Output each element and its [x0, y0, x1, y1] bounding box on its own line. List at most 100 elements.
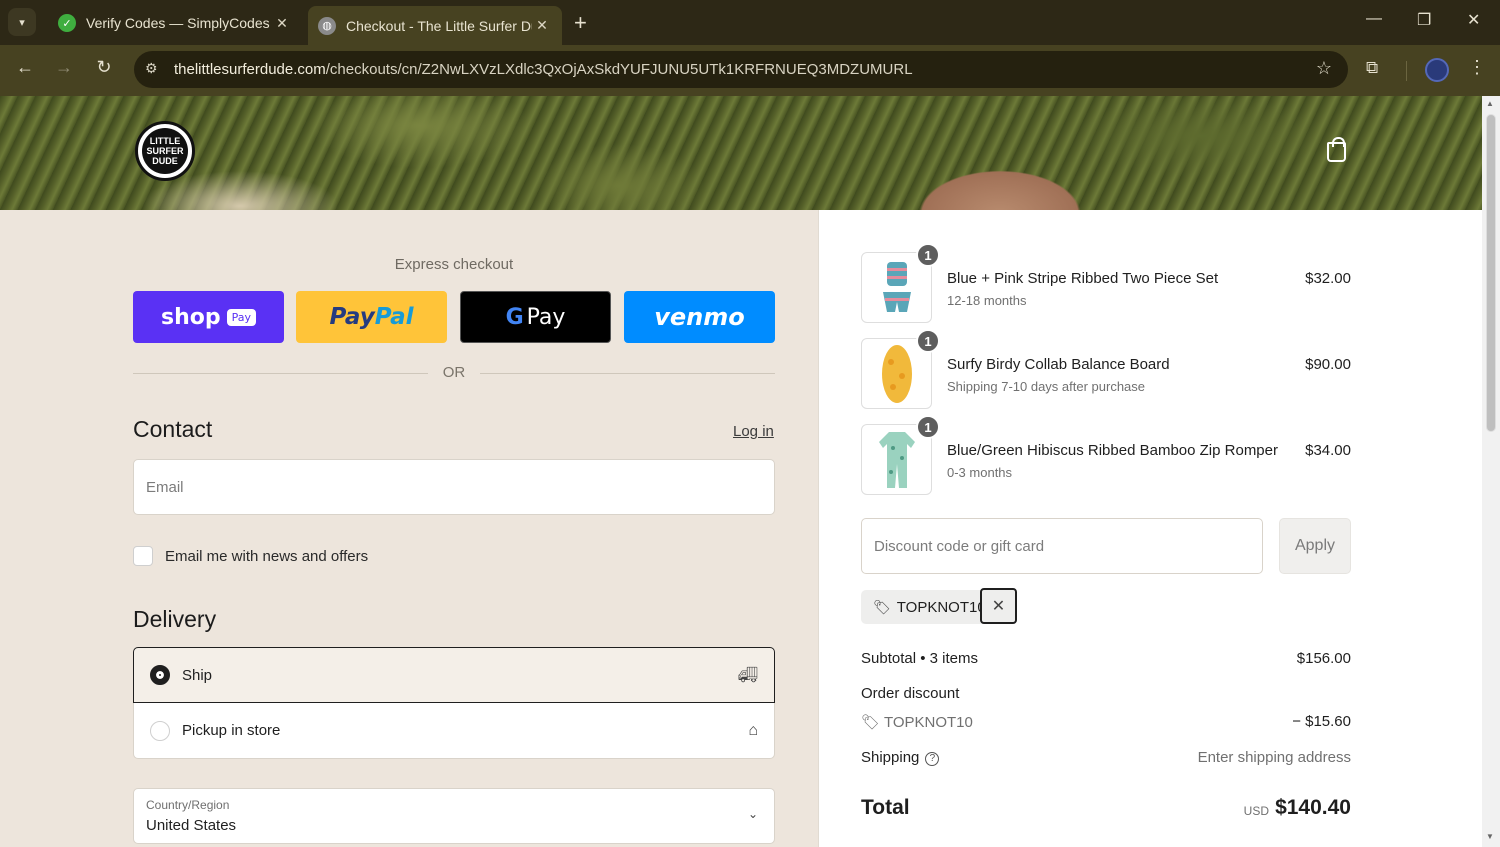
quantity-badge: 1: [916, 415, 940, 439]
cart-item: 1 Blue/Green Hibiscus Ribbed Bamboo Zip …: [861, 415, 1351, 496]
shop-pay-button[interactable]: shop Pay: [133, 291, 284, 343]
profile-avatar[interactable]: [1425, 58, 1449, 82]
email-field[interactable]: Email: [133, 459, 775, 515]
toolbar-divider: [1406, 61, 1407, 81]
contact-heading: Contact: [133, 416, 213, 442]
google-pay-label: Pay: [526, 304, 566, 330]
bookmark-star-icon[interactable]: ☆: [1316, 58, 1332, 79]
total-value: $140.40: [1275, 796, 1351, 819]
item-variant: 0-3 months: [947, 465, 1013, 480]
quantity-badge: 1: [916, 243, 940, 267]
store-header-banner: LITTLE SURFER DUDE: [0, 96, 1482, 210]
shop-pay-badge: Pay: [226, 308, 256, 326]
email-placeholder: Email: [146, 479, 184, 496]
cart-item: 1 Surfy Birdy Collab Balance Board Shipp…: [861, 329, 1351, 410]
globe-favicon-icon: ◍: [318, 16, 336, 35]
total-row: Total USD $140.40: [861, 796, 1351, 820]
url-path: /checkouts/cn/Z2NwLXVzLXdlc3QxOjAxSkdYUF…: [325, 61, 913, 78]
shipping-label: Shipping: [861, 749, 920, 766]
url-domain: thelittlesurferdude.com: [174, 61, 326, 78]
discount-code-input[interactable]: Discount code or gift card: [861, 518, 1263, 574]
item-price: $32.00: [1305, 270, 1351, 287]
apply-button[interactable]: Apply: [1279, 518, 1351, 574]
pickup-label: Pickup in store: [182, 722, 281, 739]
paypal-label-a: Pay: [329, 304, 375, 330]
two-piece-set-image: [882, 261, 911, 312]
tab-checkout[interactable]: ◍ Checkout - The Little Surfer Dude ✕: [308, 6, 562, 45]
scrollbar-thumb[interactable]: [1486, 114, 1496, 432]
express-checkout-title: Express checkout: [394, 256, 514, 273]
newsletter-label: Email me with news and offers: [165, 547, 369, 565]
tag-icon: 🏷︎: [873, 598, 891, 615]
login-link[interactable]: Log in: [733, 423, 774, 440]
google-pay-button[interactable]: G Pay: [460, 291, 611, 343]
tab-search-button[interactable]: ▾: [8, 8, 36, 36]
forward-icon[interactable]: →: [51, 57, 77, 78]
subtotal-label: Subtotal • 3 items: [861, 650, 978, 667]
pickup-radio[interactable]: [150, 720, 170, 741]
address-bar[interactable]: ⚙ thelittlesurferdude.com/checkouts/cn/Z…: [134, 51, 1348, 88]
order-discount-row: Order discount: [861, 685, 1351, 702]
scroll-down-icon[interactable]: ▼: [1486, 832, 1494, 841]
info-icon[interactable]: ?: [925, 752, 940, 766]
tag-icon: 🏷︎: [861, 714, 881, 731]
close-tab-icon[interactable]: ✕: [532, 17, 552, 34]
delivery-option-ship[interactable]: Ship 🚚︎: [133, 647, 775, 703]
discount-code-row: 🏷︎ TOPKNOT10 − $15.60: [861, 713, 1351, 731]
country-label: Country/Region: [146, 798, 230, 812]
chevron-down-icon: ⌄: [747, 807, 758, 821]
order-summary-column: 1 Blue + Pink Stripe Ribbed Two Piece Se…: [818, 210, 1482, 847]
newsletter-checkbox[interactable]: [133, 546, 153, 566]
new-tab-icon[interactable]: +: [574, 10, 587, 36]
close-icon: ✕: [991, 598, 1006, 615]
cart-bag-icon[interactable]: [1327, 137, 1346, 162]
ship-radio[interactable]: [150, 665, 170, 685]
total-label: Total: [861, 796, 910, 819]
shipping-value: Enter shipping address: [1197, 749, 1351, 766]
item-name: Surfy Birdy Collab Balance Board: [947, 356, 1170, 373]
discount-code-label: TOPKNOT10: [883, 714, 973, 731]
cart-item: 1 Blue + Pink Stripe Ribbed Two Piece Se…: [861, 243, 1351, 324]
site-info-icon[interactable]: ⚙: [145, 60, 158, 77]
item-price: $34.00: [1305, 442, 1351, 459]
zip-romper-image: [878, 431, 915, 488]
discount-placeholder: Discount code or gift card: [874, 538, 1045, 555]
store-logo[interactable]: LITTLE SURFER DUDE: [135, 121, 195, 181]
shop-pay-label: shop: [160, 304, 221, 330]
delivery-option-pickup[interactable]: Pickup in store ⌂: [133, 703, 775, 759]
simplycodes-favicon-icon: ✓: [58, 14, 76, 32]
item-variant: Shipping 7-10 days after purchase: [947, 379, 1146, 394]
scroll-up-icon[interactable]: ▲: [1486, 99, 1494, 108]
applied-code: TOPKNOT10: [896, 598, 986, 616]
extensions-icon[interactable]: ⧉: [1366, 58, 1378, 78]
newsletter-checkbox-row[interactable]: Email me with news and offers: [133, 546, 368, 566]
quantity-badge: 1: [916, 329, 940, 353]
store-icon: ⌂: [748, 721, 758, 739]
item-name: Blue/Green Hibiscus Ribbed Bamboo Zip Ro…: [947, 442, 1278, 459]
google-g-icon: G: [505, 304, 524, 330]
paypal-button[interactable]: Pay Pal: [296, 291, 447, 343]
window-close-icon[interactable]: ✕: [1467, 10, 1480, 30]
reload-icon[interactable]: ↻: [91, 57, 117, 78]
back-icon[interactable]: ←: [12, 57, 38, 78]
discount-value: − $15.60: [1292, 713, 1351, 730]
country-select[interactable]: Country/Region United States ⌄: [133, 788, 775, 844]
truck-icon: 🚚︎: [737, 667, 758, 684]
balance-board-image: [881, 344, 912, 403]
or-label: OR: [442, 364, 466, 381]
ship-label: Ship: [182, 666, 213, 684]
close-tab-icon[interactable]: ✕: [272, 15, 292, 32]
restore-icon[interactable]: ❐: [1417, 10, 1431, 30]
page-scrollbar[interactable]: ▲ ▼: [1482, 96, 1500, 847]
item-price: $90.00: [1305, 356, 1351, 373]
tab-simplycodes[interactable]: ✓ Verify Codes — SimplyCodes ✕: [48, 6, 302, 40]
paypal-label-b: Pal: [374, 304, 414, 330]
tab-title: Checkout - The Little Surfer Dude: [346, 17, 532, 34]
minimize-icon[interactable]: —: [1366, 10, 1382, 28]
order-discount-label: Order discount: [861, 685, 960, 702]
browser-menu-icon[interactable]: ⋮: [1468, 57, 1486, 78]
venmo-button[interactable]: venmo: [624, 291, 775, 343]
item-name: Blue + Pink Stripe Ribbed Two Piece Set: [947, 270, 1219, 287]
subtotal-row: Subtotal • 3 items $156.00: [861, 650, 1351, 667]
remove-discount-button[interactable]: ✕: [980, 588, 1017, 624]
